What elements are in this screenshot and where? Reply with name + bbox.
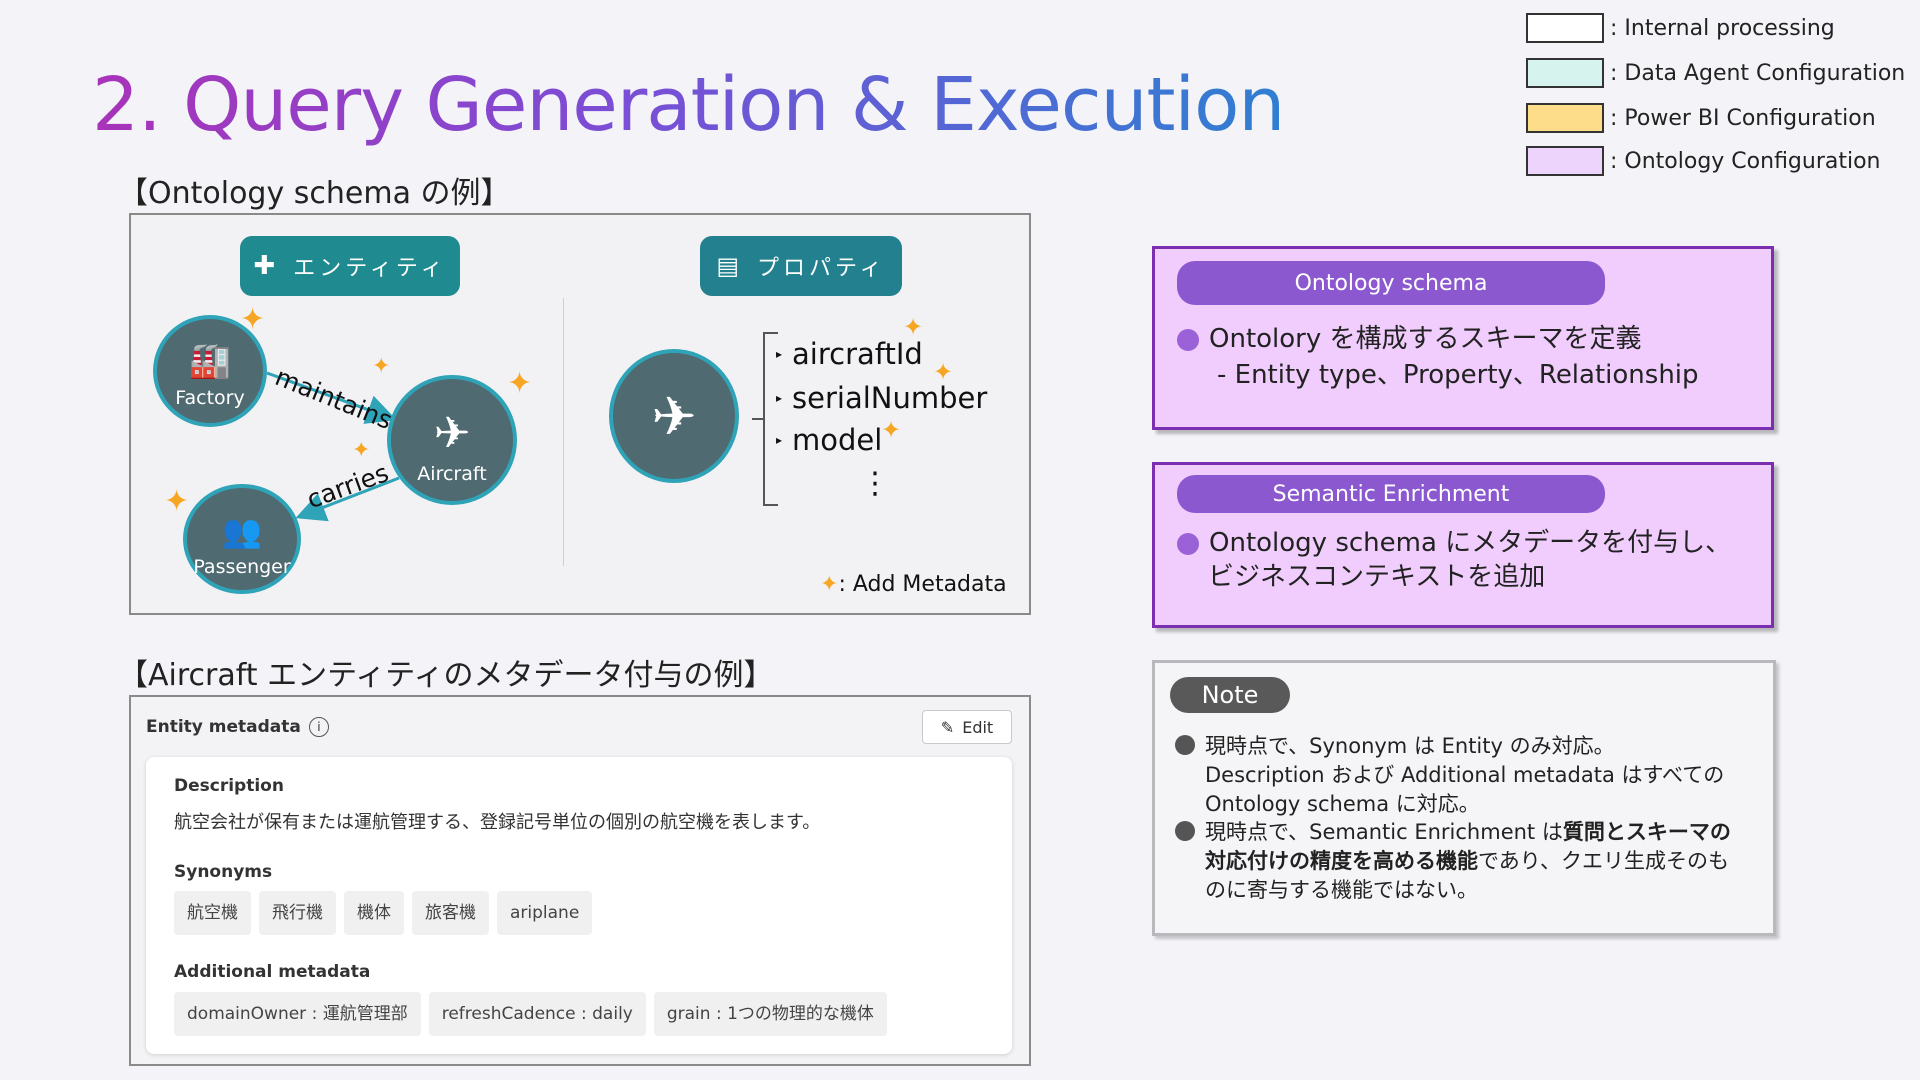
synonym-tag: ariplane: [497, 891, 593, 935]
sparkle-icon: ✦: [933, 358, 954, 386]
people-icon: 👥: [222, 512, 262, 550]
ontology-schema-line2: - Entity type、Property、Relationship: [1217, 360, 1699, 390]
note-bullet-1-line2: Description および Additional metadata はすべて…: [1205, 763, 1725, 787]
legend-label: : Ontology Configuration: [1610, 148, 1881, 174]
note-bullet-2-line1: 現時点で、Semantic Enrichment は質問とスキーマの: [1175, 816, 1731, 846]
airplane-icon: ✈: [651, 384, 697, 448]
property-item-aircraftid[interactable]: ▸ aircraftId: [776, 337, 923, 371]
bullet-icon: ▸: [776, 433, 783, 447]
page-title: 2. Query Generation & Execution: [92, 62, 1285, 148]
synonym-tag: 機体: [344, 891, 404, 935]
semantic-enrichment-line1: Ontology schema にメタデータを付与し、: [1177, 522, 1731, 559]
legend-label: : Data Agent Configuration: [1610, 60, 1906, 86]
metadata-tag: grain : 1つの物理的な機体: [653, 992, 887, 1036]
note-bullet-2-line2: 対応付けの精度を高める機能であり、クエリ生成そのも: [1205, 845, 1729, 875]
sparkle-icon: ✦: [507, 366, 533, 401]
additional-metadata-label: Additional metadata: [174, 962, 371, 982]
bullet-dot: [1177, 328, 1199, 351]
edit-button[interactable]: ✎ Edit: [922, 710, 1012, 744]
property-name: serialNumber: [792, 381, 988, 415]
note-text: 現時点で、Semantic Enrichment は: [1205, 820, 1563, 844]
legend-swatch-internal: [1526, 13, 1604, 43]
note-emphasis: 対応付けの精度を高める機能: [1205, 849, 1478, 873]
ontology-schema-line1-text: Ontolory を構成するスキーマを定義: [1209, 324, 1642, 354]
sparkle-icon: ✦: [903, 313, 924, 341]
legend-swatch-power-bi: [1526, 103, 1604, 133]
airplane-icon: ✈: [433, 408, 471, 459]
factory-icon: 🏭: [188, 341, 232, 381]
note-bullet-2-line3: のに寄与する機能ではない。: [1205, 878, 1478, 902]
legend-power-bi: : Power BI Configuration: [1526, 103, 1876, 133]
description-text: 航空会社が保有または運航管理する、登録記号単位の個別の航空機を表します。: [174, 812, 821, 833]
semantic-enrichment-line1-text: Ontology schema にメタデータを付与し、: [1209, 528, 1732, 558]
add-metadata-label: : Add Metadata: [838, 572, 1007, 597]
synonym-tag: 旅客機: [412, 891, 489, 935]
legend-internal: : Internal processing: [1526, 13, 1835, 43]
synonyms-list: 航空機 飛行機 機体 旅客機 ariplane: [174, 891, 600, 935]
note-text: 現時点で、Synonym は Entity のみ対応。: [1205, 734, 1615, 758]
legend-label: : Power BI Configuration: [1610, 105, 1876, 131]
bullet-dot: [1177, 532, 1199, 555]
property-name: aircraftId: [792, 337, 923, 371]
factory-node-label: Factory: [175, 387, 245, 409]
ontology-schema-pill: Ontology schema: [1177, 261, 1605, 305]
property-item-serialnumber[interactable]: ▸ serialNumber: [776, 381, 987, 415]
additional-metadata-list: domainOwner : 運航管理部 refreshCadence : dail…: [174, 992, 895, 1036]
ontology-section-heading: 【Ontology schema の例】: [118, 176, 511, 211]
ontology-schema-line1: Ontolory を構成するスキーマを定義: [1177, 318, 1642, 355]
metadata-tag: refreshCadence : daily: [428, 992, 646, 1036]
legend-swatch-ontology: [1526, 146, 1604, 176]
entity-metadata-title-text: Entity metadata: [146, 717, 301, 737]
bullet-dot: [1175, 735, 1195, 755]
property-name: model: [792, 423, 883, 457]
metadata-section-heading: 【Aircraft エンティティのメタデータ付与の例】: [118, 658, 774, 693]
note-emphasis: 質問とスキーマの: [1562, 820, 1731, 844]
aircraft-node[interactable]: ✈ Aircraft: [387, 375, 517, 505]
description-label: Description: [174, 776, 284, 796]
note-text: であり、クエリ生成そのも: [1478, 849, 1729, 873]
edit-button-label: Edit: [962, 717, 994, 737]
aircraft-property-node[interactable]: ✈: [609, 349, 739, 483]
bullet-icon: ▸: [776, 391, 783, 405]
info-icon[interactable]: i: [308, 717, 329, 737]
note-bullet-1-line1: 現時点で、Synonym は Entity のみ対応。: [1175, 730, 1615, 760]
property-item-model[interactable]: ▸ model: [776, 423, 882, 457]
add-metadata-legend: ✦ : Add Metadata: [820, 572, 1007, 597]
sparkle-icon: ✦: [240, 302, 266, 337]
pencil-icon: ✎: [940, 717, 955, 737]
legend-swatch-data-agent: [1526, 58, 1604, 88]
semantic-enrichment-line2: ビジネスコンテキストを追加: [1208, 562, 1546, 592]
sparkle-icon: ✦: [820, 571, 839, 597]
legend-data-agent: : Data Agent Configuration: [1526, 58, 1905, 88]
sparkle-icon: ✦: [372, 354, 391, 379]
passenger-node-label: Passenger: [193, 556, 291, 578]
sparkle-icon: ✦: [164, 484, 190, 519]
sparkle-icon: ✦: [352, 438, 371, 463]
metadata-tag: domainOwner : 運航管理部: [174, 992, 421, 1036]
synonym-tag: 飛行機: [259, 891, 336, 935]
more-properties: ⋮: [860, 466, 890, 501]
synonyms-label: Synonyms: [174, 862, 273, 882]
legend-label: : Internal processing: [1610, 15, 1835, 41]
note-pill: Note: [1170, 677, 1290, 713]
legend-ontology: : Ontology Configuration: [1526, 146, 1881, 176]
passenger-node[interactable]: 👥 Passenger: [183, 484, 301, 594]
synonym-tag: 航空機: [174, 891, 251, 935]
entity-metadata-title: Entity metadata i: [146, 717, 329, 737]
note-bullet-1-line3: Ontology schema に対応。: [1205, 792, 1480, 816]
bullet-icon: ▸: [776, 347, 783, 361]
sparkle-icon: ✦: [881, 416, 902, 444]
aircraft-node-label: Aircraft: [417, 463, 487, 485]
semantic-enrichment-pill: Semantic Enrichment: [1177, 475, 1605, 513]
bullet-dot: [1175, 821, 1195, 841]
